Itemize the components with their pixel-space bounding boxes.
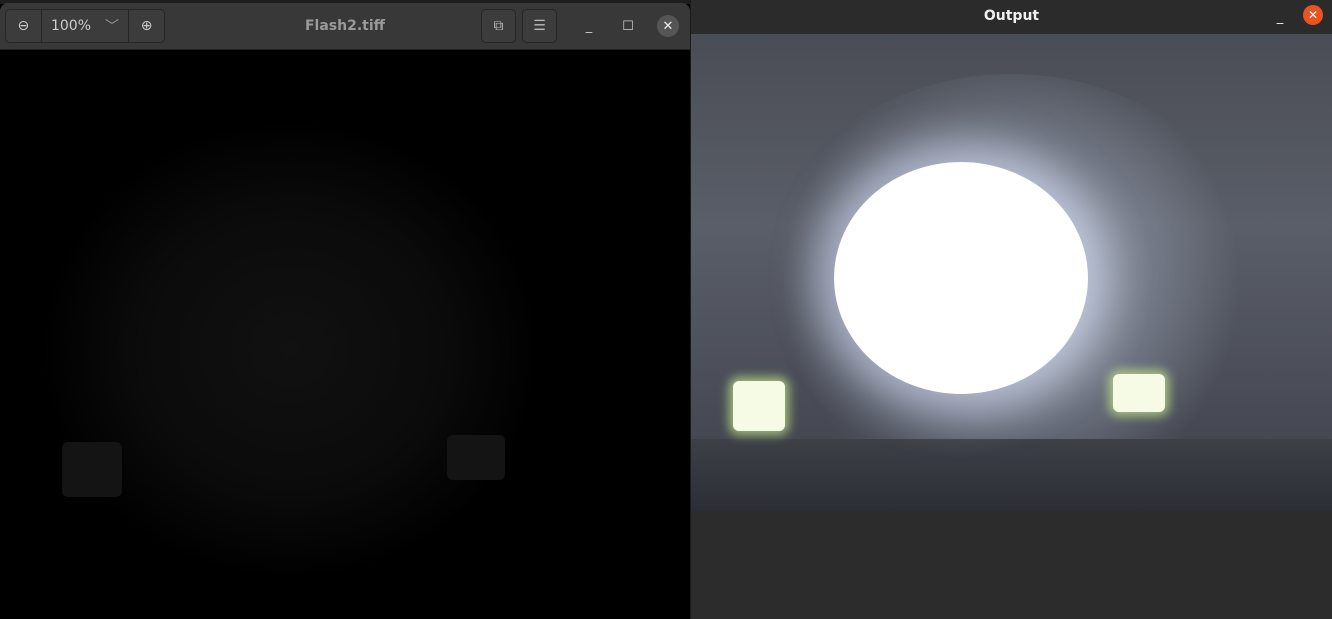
output-title-bar: Output _ ✕ <box>691 0 1332 34</box>
restore-icon: ⧉ <box>493 18 504 34</box>
close-button[interactable]: ✕ <box>1303 5 1323 25</box>
led-left <box>733 381 785 431</box>
output-window: Output _ ✕ <box>690 0 1332 619</box>
output-image <box>691 34 1332 511</box>
fullscreen-button[interactable]: ⧉ <box>481 9 516 43</box>
image-canvas <box>0 50 690 619</box>
flash-spot <box>834 162 1088 394</box>
minimize-icon: _ <box>585 18 593 34</box>
close-icon: ✕ <box>1307 8 1319 22</box>
dim-led-left <box>62 442 122 497</box>
led-right <box>1113 374 1165 412</box>
close-icon: ✕ <box>662 18 674 34</box>
close-button[interactable]: ✕ <box>657 15 679 37</box>
maximize-icon: ☐ <box>622 18 634 34</box>
maximize-button[interactable]: ☐ <box>617 15 639 37</box>
minimize-button[interactable]: _ <box>578 15 600 37</box>
hamburger-icon: ☰ <box>533 18 546 34</box>
menu-button[interactable]: ☰ <box>522 9 557 43</box>
image-viewer-window: ⊖ 100% ﹀ ⊕ Flash2.tiff ⧉ ☰ _ ☐ ✕ <box>0 0 690 619</box>
window-title: Output <box>983 8 1040 24</box>
minimize-icon: _ <box>1276 9 1284 25</box>
viewer-header-bar: ⊖ 100% ﹀ ⊕ Flash2.tiff ⧉ ☰ _ ☐ ✕ <box>0 3 690 50</box>
dim-led-right <box>447 435 505 480</box>
floor-area <box>691 439 1332 511</box>
minimize-button[interactable]: _ <box>1269 6 1291 28</box>
